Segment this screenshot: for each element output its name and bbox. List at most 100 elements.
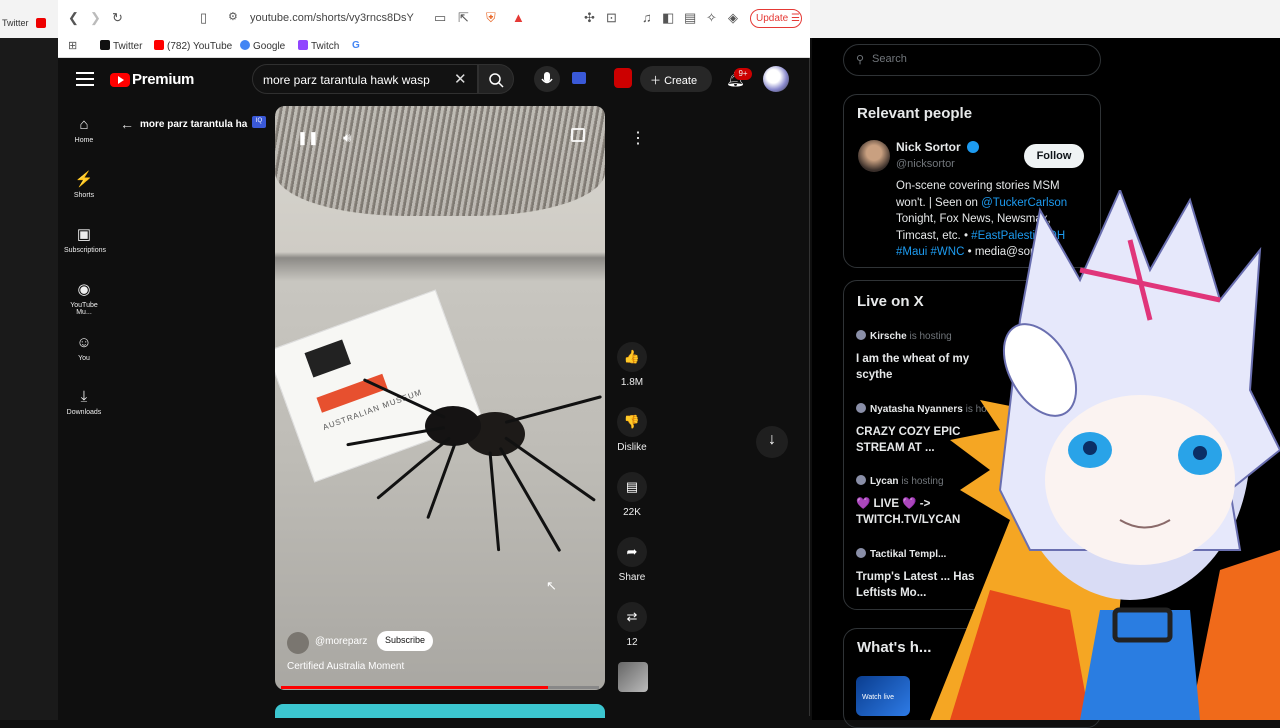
search-button[interactable] (478, 64, 514, 94)
download-icon: ⤓ (80, 388, 88, 405)
screenshot-icon[interactable]: ⊡ (606, 10, 617, 26)
reload-icon[interactable]: ↻ (112, 10, 123, 26)
search-icon: ⚲ (856, 54, 865, 66)
site-info-icon[interactable]: ⚙ (228, 10, 238, 23)
like-button[interactable]: 👍 1.8M (616, 342, 648, 388)
live-host-row[interactable]: Nyatasha Nyanners is hosting (856, 403, 1008, 415)
share-page-icon[interactable]: ⇱ (458, 10, 469, 26)
more-options-icon[interactable]: ⋮ (630, 128, 646, 148)
host-name: Nyatasha Nyanners (870, 404, 963, 415)
next-video-button[interactable]: ↓ (756, 426, 788, 458)
person-avatar[interactable] (858, 140, 890, 172)
bookmark-label: Twitch (311, 41, 340, 52)
music-icon: ◉ (77, 281, 91, 298)
google-icon (240, 40, 250, 50)
follow-button[interactable]: Follow (1024, 144, 1084, 168)
update-button[interactable]: Update ☰ (750, 9, 802, 28)
relevant-people-title: Relevant people (857, 105, 973, 122)
bio-mention-link[interactable]: @TuckerCarlson (981, 197, 1067, 209)
sidebar-item-label: Subscriptions (64, 247, 107, 254)
apps-grid-icon[interactable]: ⊞ (68, 39, 77, 52)
voice-search-button[interactable] (534, 66, 560, 92)
channel-avatar[interactable] (287, 632, 309, 654)
card-black-block (304, 339, 351, 378)
comments-button[interactable]: ▤ 22K (616, 472, 648, 518)
like-count: 1.8M (620, 377, 644, 388)
subscribe-button[interactable]: Subscribe (377, 631, 434, 651)
menu-icon[interactable] (76, 72, 94, 86)
forward-nav-icon[interactable]: ❯ (90, 10, 101, 26)
live-title[interactable]: 💜 LIVE 💜 -> TWITCH.TV/LYCAN (856, 496, 1006, 528)
iq-extension-icon[interactable]: IQ (252, 116, 266, 128)
bio-hashtag-link[interactable]: #WNC (931, 246, 965, 258)
search-input[interactable]: more parz tarantula hawk wasp (252, 64, 478, 94)
host-avatar (856, 330, 866, 340)
sound-thumbnail[interactable] (618, 662, 648, 692)
live-host-row[interactable]: Lycan is hosting (856, 475, 944, 487)
person-name[interactable]: Nick Sortor (896, 140, 961, 154)
vpn-icon[interactable]: ◈ (728, 10, 738, 26)
account-avatar[interactable] (763, 66, 789, 92)
search-query-title: more parz tarantula ha (140, 119, 248, 130)
trend-thumbnail[interactable]: Watch live (856, 676, 910, 716)
remix-button[interactable]: ⇄ 12 (616, 602, 648, 648)
x-search-input[interactable]: Search (843, 44, 1101, 76)
live-title[interactable]: Trump's Latest ... Has Leftists Mo... (856, 569, 1006, 601)
live-title[interactable]: CRAZY COZY EPIC STREAM AT ... (856, 424, 1006, 456)
bookmark-youtube[interactable]: (782) YouTube (154, 40, 232, 52)
remix-icon: ⇄ (617, 602, 647, 632)
rewards-icon[interactable]: ▲ (512, 10, 525, 25)
ai-icon[interactable]: ✧ (706, 10, 717, 26)
shorts-video-player[interactable]: AUSTRALIAN MUSEUM ❚❚ 🔊︎ @moreparz Subscr… (275, 106, 605, 690)
bookmark-icon[interactable]: ▯ (200, 10, 207, 26)
youtube-logo-text[interactable]: Premium (132, 71, 194, 88)
volume-icon[interactable]: 🔊︎ (343, 130, 351, 146)
cast-icon[interactable]: ▭ (434, 10, 446, 26)
youtube-logo-icon[interactable] (110, 73, 130, 87)
channel-name[interactable]: @moreparz (315, 636, 367, 647)
sidebar-item-music[interactable]: ◉ YouTube Mu... (64, 280, 104, 316)
live-host-row[interactable]: Kirsche is hosting (856, 330, 952, 342)
plus-icon: ＋ (650, 75, 665, 87)
back-arrow-icon[interactable]: ← (120, 116, 134, 132)
create-button[interactable]: ＋ Create (640, 66, 712, 92)
vivaldi-extension-icon[interactable] (614, 68, 632, 88)
next-short-preview[interactable] (275, 704, 605, 718)
live-title[interactable]: I am the wheat of my scythe (856, 351, 1006, 383)
media-icon[interactable]: ♫ (642, 10, 652, 25)
sidebar-toggle-icon[interactable]: ◧ (662, 10, 674, 26)
sidebar-item-you[interactable]: ☺ You (64, 334, 104, 362)
person-handle[interactable]: @nicksortor (896, 158, 955, 170)
address-bar[interactable]: youtube.com/shorts/vy3rncs8DsY (250, 12, 414, 24)
pause-icon[interactable]: ❚❚ (297, 130, 319, 146)
search-icon (489, 73, 504, 88)
host-name: Lycan (870, 476, 899, 487)
comment-icon: ▤ (617, 472, 647, 502)
sidebar-item-shorts[interactable]: ⚡ Shorts (64, 170, 104, 199)
brave-shield-icon[interactable]: ⛨ (486, 10, 496, 26)
bookmark-google[interactable]: Google (240, 40, 285, 52)
dislike-button[interactable]: 👎 Dislike (616, 407, 648, 453)
sidebar-item-downloads[interactable]: ⤓ Downloads (64, 388, 104, 416)
subscriptions-icon: ▣ (76, 226, 92, 243)
twitch-icon (298, 40, 308, 50)
fullscreen-icon[interactable] (571, 128, 585, 142)
bookmark-twitter[interactable]: Twitter (100, 40, 142, 52)
extension-icon[interactable] (572, 72, 586, 84)
sidebar-item-home[interactable]: ⌂ Home (64, 116, 104, 144)
clear-search-icon[interactable]: ✕ (454, 70, 467, 88)
bio-hashtag-link[interactable]: #Maui (896, 246, 927, 258)
remix-count: 12 (626, 637, 638, 648)
extensions-icon[interactable]: ✣ (584, 10, 595, 26)
host-status: is hosting (909, 331, 952, 342)
wallet-icon[interactable]: ▤ (684, 10, 696, 26)
back-nav-icon[interactable]: ❮ (68, 10, 79, 26)
live-host-row[interactable]: Tactikal Templ... (856, 548, 946, 560)
bio-hashtag-link[interactable]: #EastPalestineOH (971, 230, 1065, 242)
sidebar-item-label: Shorts (73, 192, 95, 199)
sidebar-item-subscriptions[interactable]: ▣ Subscriptions (64, 225, 107, 254)
bookmark-twitch[interactable]: Twitch (298, 40, 339, 52)
share-button[interactable]: ➦ Share (616, 537, 648, 583)
desktop-tab-twitter[interactable]: Twitter (2, 18, 29, 28)
google-bookmark-icon[interactable]: G (352, 40, 360, 51)
